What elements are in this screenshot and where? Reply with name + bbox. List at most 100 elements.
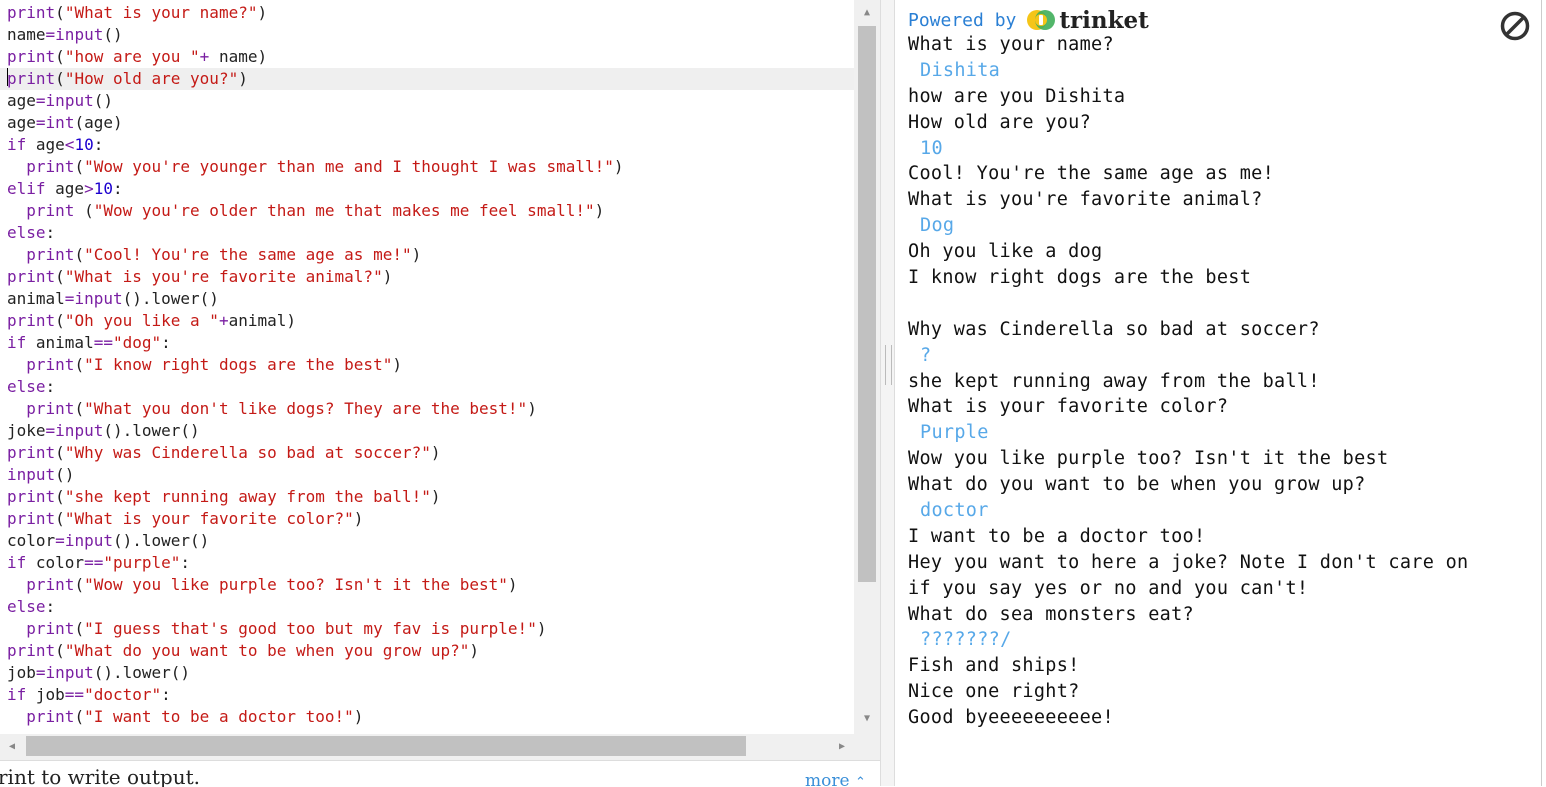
code-token: job	[26, 685, 65, 704]
code-line[interactable]: print("Wow you're younger than me and I …	[0, 156, 854, 178]
code-token: )	[392, 355, 402, 374]
console-input-echo: Purple	[920, 422, 989, 444]
code-token: "doctor"	[84, 685, 162, 704]
code-token: )	[536, 619, 547, 638]
code-token: ().lower()	[122, 289, 219, 308]
code-line[interactable]: elif age>10:	[0, 178, 854, 200]
code-token: print	[7, 509, 56, 528]
powered-by-trinket[interactable]: Powered by trinket	[908, 6, 1149, 34]
code-token: )	[594, 201, 605, 220]
code-line[interactable]: print("Oh you like a "+animal)	[0, 310, 854, 332]
code-line[interactable]: name=input()	[0, 24, 854, 46]
code-token: print	[26, 619, 75, 638]
code-line[interactable]: print("How old are you?")	[0, 68, 854, 90]
code-line[interactable]: age=input()	[0, 90, 854, 112]
code-line[interactable]: print("What do you want to be when you g…	[0, 640, 854, 662]
code-token: 10	[93, 179, 113, 198]
code-line[interactable]: print("I know right dogs are the best")	[0, 354, 854, 376]
code-token: >	[84, 179, 94, 198]
code-token: "I want to be a doctor too!"	[84, 707, 354, 726]
scroll-right-arrow-icon[interactable]: ▶	[832, 734, 852, 760]
code-line[interactable]: print("Cool! You're the same age as me!"…	[0, 244, 854, 266]
code-line[interactable]: print("What is your favorite color?")	[0, 508, 854, 530]
code-token: (	[55, 3, 65, 22]
code-line[interactable]: if age<10:	[0, 134, 854, 156]
code-line[interactable]: print("What is your name?")	[0, 2, 854, 24]
pane-divider[interactable]	[880, 0, 895, 786]
code-token: ()	[93, 91, 113, 110]
code-token: "Wow you like purple too? Isn't it the b…	[84, 575, 508, 594]
code-line[interactable]: print("What you don't like dogs? They ar…	[0, 398, 854, 420]
code-line[interactable]: input()	[0, 464, 854, 486]
horizontal-scroll-thumb[interactable]	[26, 736, 746, 756]
code-token: :	[112, 179, 123, 198]
code-line[interactable]: else:	[0, 596, 854, 618]
console-input-echo: doctor	[920, 500, 989, 522]
code-line[interactable]: joke=input().lower()	[0, 420, 854, 442]
code-token: joke	[7, 421, 46, 440]
code-token: 10	[74, 135, 94, 154]
code-line[interactable]: else:	[0, 222, 854, 244]
code-line[interactable]: if job=="doctor":	[0, 684, 854, 706]
vertical-scroll-thumb[interactable]	[858, 26, 876, 582]
code-editor[interactable]: print("What is your name?") name=input() p…	[0, 0, 880, 787]
console-output-line: What is your favorite color?	[908, 396, 1229, 418]
code-token: "I know right dogs are the best"	[84, 355, 393, 374]
code-line[interactable]: print("she kept running away from the ba…	[0, 486, 854, 508]
code-token: :	[161, 333, 171, 352]
console-input-echo: 10	[920, 137, 943, 159]
scroll-left-arrow-icon[interactable]: ◀	[2, 734, 22, 760]
code-area[interactable]: print("What is your name?") name=input() p…	[0, 2, 854, 734]
code-token: else	[7, 377, 46, 396]
more-link[interactable]: more ⌃	[805, 771, 866, 787]
code-line[interactable]: print("What is you're favorite animal?")	[0, 266, 854, 288]
code-line[interactable]: if color=="purple":	[0, 552, 854, 574]
horizontal-scrollbar[interactable]: ◀ ▶	[0, 734, 854, 760]
code-line[interactable]: color=input().lower()	[0, 530, 854, 552]
code-token: input	[55, 25, 104, 44]
code-line[interactable]: if animal=="dog":	[0, 332, 854, 354]
console-output-line: How old are you?	[908, 111, 1092, 133]
code-token: print	[7, 487, 56, 506]
code-token: =	[64, 289, 75, 308]
code-token: animal)	[228, 311, 297, 330]
resize-grip-icon[interactable]	[885, 345, 892, 385]
code-line[interactable]: else:	[0, 376, 854, 398]
code-line[interactable]: print("how are you "+ name)	[0, 46, 854, 68]
scroll-up-arrow-icon[interactable]: ▲	[854, 4, 880, 22]
code-token: :	[45, 377, 56, 396]
code-token: )	[382, 267, 393, 286]
code-token: "Wow you're older than me that makes me …	[93, 201, 595, 220]
code-token: print	[26, 707, 75, 726]
code-line[interactable]: print("I guess that's good too but my fa…	[0, 618, 854, 640]
console-output-line: Good byeeeeeeeeee!	[908, 707, 1114, 729]
code-token: (	[74, 575, 85, 594]
stop-button[interactable]	[1499, 10, 1531, 42]
code-line[interactable]: print("Wow you like purple too? Isn't it…	[0, 574, 854, 596]
code-token: ()	[103, 25, 123, 44]
code-token: input	[45, 91, 94, 110]
output-panel: Powered by trinket What is your name? Dis…	[895, 0, 1542, 786]
scrollbar-corner	[854, 734, 880, 760]
console-output-line: Fish and ships!	[908, 655, 1080, 677]
code-line[interactable]: animal=input().lower()	[0, 288, 854, 310]
code-line[interactable]: age=int(age)	[0, 112, 854, 134]
scroll-down-arrow-icon[interactable]: ▼	[854, 710, 880, 728]
code-token: (	[74, 201, 94, 220]
vertical-scrollbar[interactable]: ▲ ▼	[854, 0, 880, 734]
code-token: name)	[209, 47, 268, 66]
code-token: ==	[84, 553, 104, 572]
code-token: "Cool! You're the same age as me!"	[84, 245, 412, 264]
brand-name: trinket	[1059, 6, 1149, 34]
code-line[interactable]: job=input().lower()	[0, 662, 854, 684]
code-token: (	[74, 619, 85, 638]
code-token: =	[45, 25, 56, 44]
code-token: ==	[93, 333, 113, 352]
code-line[interactable]: print("Why was Cinderella so bad at socc…	[0, 442, 854, 464]
code-line[interactable]: print ("Wow you're older than me that ma…	[0, 200, 854, 222]
code-line[interactable]: print("I want to be a doctor too!")	[0, 706, 854, 728]
